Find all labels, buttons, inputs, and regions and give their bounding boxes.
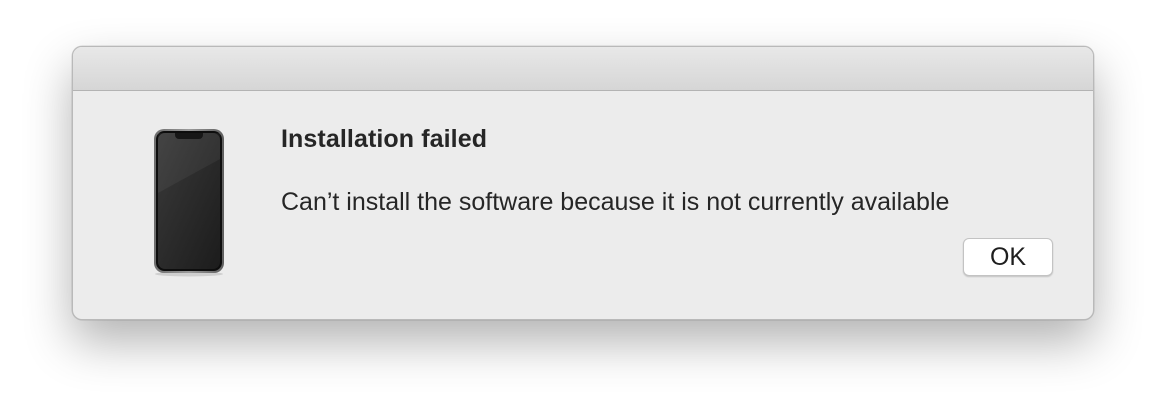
screen: Installation failed Can’t install the so… bbox=[0, 0, 1165, 420]
iphone-icon bbox=[153, 129, 225, 277]
ok-button[interactable]: OK bbox=[963, 238, 1053, 276]
alert-dialog: Installation failed Can’t install the so… bbox=[72, 46, 1094, 320]
dialog-title: Installation failed bbox=[281, 125, 488, 153]
dialog-message: Can’t install the software because it is… bbox=[281, 188, 950, 216]
dialog-titlebar[interactable] bbox=[73, 47, 1093, 91]
dialog-body: Installation failed Can’t install the so… bbox=[73, 91, 1093, 319]
